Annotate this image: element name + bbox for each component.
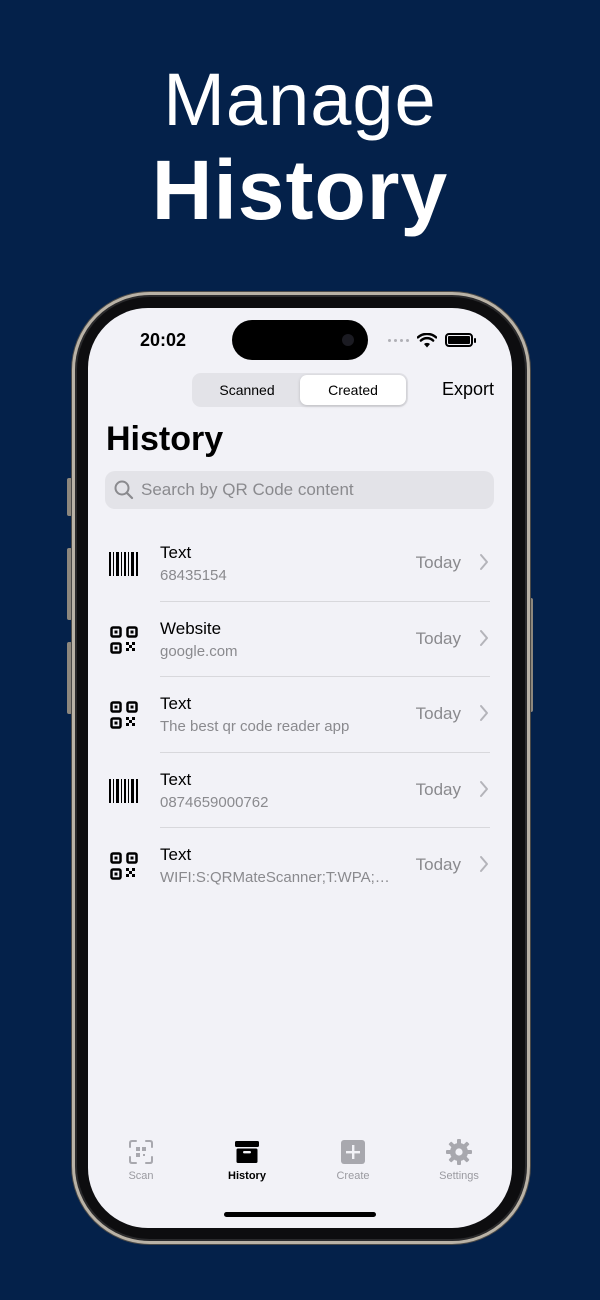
chevron-right-icon [480,705,488,721]
plus-square-icon [339,1138,367,1166]
qr-code-icon [108,699,140,731]
chevron-right-icon [480,629,488,646]
barcode-icon [108,548,140,580]
list-item[interactable]: Text The best qr code reader app Today [88,677,512,753]
wifi-icon [417,332,437,347]
battery-icon [445,333,476,347]
headline-line-1: Manage [163,58,437,141]
item-subtitle: 68435154 [160,567,227,584]
tab-settings[interactable]: Settings [406,1138,512,1198]
list-item[interactable]: Text 0874659000762 Today [88,753,512,828]
item-subtitle: The best qr code reader app [160,718,350,735]
gear-icon [445,1138,473,1166]
list-item[interactable]: Website google.com Today [88,602,512,677]
scanned-created-segmented-control: Scanned Created [192,373,408,407]
home-indicator[interactable] [224,1212,376,1217]
promo-headline: Manage History [0,58,600,238]
dynamic-island [232,320,368,360]
list-item[interactable]: Text 68435154 Today [88,526,512,602]
front-camera [342,334,354,346]
item-title: Text [160,694,192,713]
search-input[interactable] [141,480,471,500]
search-icon [114,480,134,500]
chevron-right-icon [480,780,488,797]
segment-created[interactable]: Created [300,375,406,405]
tab-label: History [228,1170,266,1182]
search-bar[interactable] [105,471,494,509]
history-list: Text 68435154 Today Website google.com T… [88,526,512,904]
phone-screen: 20:02 Scanned Created Export History Sea… [88,308,512,1228]
item-date: Today [415,855,461,874]
barcode-icon [108,775,140,807]
item-date: Today [415,628,461,648]
item-date: Today [415,779,461,799]
item-subtitle: WIFI:S:QRMateScanner;T:WPA;… [160,869,390,886]
tab-bar: Scan History Create Settings [88,1138,512,1198]
tab-create[interactable]: Create [300,1138,406,1198]
scan-icon [127,1138,155,1166]
status-indicators [388,332,476,348]
item-subtitle: 0874659000762 [160,793,269,811]
qr-code-icon [108,624,140,656]
status-time: 20:02 [140,330,187,350]
item-title: Text [160,845,192,864]
chevron-right-icon [480,856,488,872]
item-title: Text [160,543,192,562]
tab-label: Create [336,1170,370,1182]
tab-scan[interactable]: Scan [88,1138,194,1198]
segment-scanned[interactable]: Scanned [194,375,300,405]
export-button[interactable]: Export [442,379,494,400]
list-item[interactable]: Text WIFI:S:QRMateScanner;T:WPA;… Today [88,828,512,904]
item-title: Text [160,769,192,789]
tab-label: Scan [128,1170,154,1182]
headline-line-2: History [151,143,449,237]
tab-history[interactable]: History [194,1138,300,1198]
archive-box-icon [233,1138,261,1166]
item-date: Today [415,704,461,723]
page-title: History [106,420,224,458]
item-date: Today [415,553,461,572]
item-title: Website [160,618,222,638]
qr-code-icon [108,850,140,882]
chevron-right-icon [480,554,488,570]
tab-label: Settings [439,1170,479,1182]
signal-icon [388,338,409,342]
item-subtitle: google.com [160,642,238,660]
